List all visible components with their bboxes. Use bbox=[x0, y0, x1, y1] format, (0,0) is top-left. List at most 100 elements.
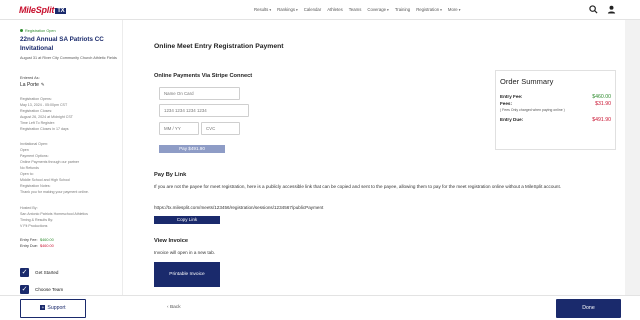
nav-item-teams[interactable]: Teams bbox=[349, 7, 362, 12]
meet-date-location: August 31 at River City Community Church… bbox=[20, 56, 117, 60]
time-left-label: Time Left To Register: bbox=[20, 121, 55, 125]
card-number-input[interactable] bbox=[159, 104, 249, 117]
copy-link-button[interactable]: Copy Link bbox=[154, 216, 220, 224]
hosted-by-label: Hosted By: bbox=[20, 206, 38, 210]
status-dot-icon bbox=[20, 29, 23, 32]
pay-by-link-description: If you are not the payee for meet regist… bbox=[154, 184, 562, 189]
pay-button[interactable]: Pay $491.90 bbox=[159, 145, 225, 153]
payment-value: Online Payments through our partner bbox=[20, 160, 80, 164]
notes-value: Thank you for making your payment online… bbox=[20, 190, 89, 194]
notes-label: Registration Notes: bbox=[20, 184, 51, 188]
reg-opens-value: May 13, 2024 - 05:00pm CST bbox=[20, 103, 68, 107]
nav-item-more[interactable]: More▾ bbox=[448, 7, 461, 12]
nav-label: More bbox=[447, 7, 458, 12]
entry-fee-label: Entry Fee: bbox=[20, 238, 38, 242]
summary-fees-value: $31.90 bbox=[595, 101, 611, 107]
summary-entry-fee: Entry Fee: $460.00 bbox=[500, 94, 611, 100]
chevron-down-icon: ▾ bbox=[458, 8, 461, 12]
nav-item-calendar[interactable]: Calendar bbox=[304, 7, 321, 12]
order-summary-title: Order Summary bbox=[500, 77, 554, 86]
sidebar-entry-due: Entry Due: $460.00 bbox=[20, 244, 54, 248]
entry-due-value: $460.00 bbox=[40, 244, 54, 248]
open-to-value: Middle School and High School bbox=[20, 178, 70, 182]
summary-entry-due-value: $491.90 bbox=[592, 117, 611, 123]
inv-open-label: Invitational Open: bbox=[20, 142, 48, 146]
nav-label: Registration bbox=[416, 7, 440, 12]
entry-due-label: Entry Due: bbox=[20, 244, 38, 248]
support-label: Support bbox=[47, 305, 66, 311]
search-icon[interactable] bbox=[589, 5, 598, 14]
status-badge: Registration Open bbox=[20, 29, 56, 33]
public-payment-link[interactable]: https://tx.milesplit.com/meets/123456/re… bbox=[154, 204, 604, 211]
chevron-down-icon: ▾ bbox=[269, 8, 272, 12]
nav-item-training[interactable]: Training bbox=[395, 7, 410, 12]
cvc-input[interactable] bbox=[201, 122, 240, 135]
nav-item-registration[interactable]: Registration▾ bbox=[416, 7, 442, 12]
meet-title: 22nd Annual SA Patriots CC Invitational bbox=[20, 36, 104, 52]
timing-value: V Fit Productions bbox=[20, 224, 48, 228]
step-get-started[interactable]: ✓ Get Started bbox=[20, 268, 59, 277]
hosted-by-value: San Antonio Patriots Homeschool Athletic… bbox=[20, 212, 88, 216]
entered-as-label: Entered As: bbox=[20, 76, 40, 80]
summary-entry-fee-label: Entry Fee: bbox=[500, 94, 523, 99]
payment-label: Payment Options: bbox=[20, 154, 49, 158]
user-icon[interactable] bbox=[607, 5, 616, 14]
nav-label: Rankings bbox=[277, 7, 296, 12]
state-badge: TX bbox=[55, 8, 67, 14]
plus-box-icon: + bbox=[40, 305, 46, 310]
refunds-value: No Refunds bbox=[20, 166, 39, 170]
nav-item-athletes[interactable]: Athletes bbox=[327, 7, 343, 12]
registration-sidebar: Registration Open 22nd Annual SA Patriot… bbox=[0, 20, 122, 300]
back-label: Back bbox=[169, 305, 181, 310]
step-choose-team[interactable]: ✓ Choose Team bbox=[20, 285, 63, 294]
main-nav: Results▾ Rankings▾ Calendar Athletes Teams Co… bbox=[254, 7, 466, 12]
summary-fees-label: Fees: bbox=[500, 101, 513, 106]
chevron-down-icon: ▾ bbox=[387, 8, 389, 12]
done-button[interactable]: Done bbox=[556, 299, 621, 318]
reg-opens-label: Registration Opens: bbox=[20, 97, 52, 101]
pay-by-link-heading: Pay By Link bbox=[154, 172, 187, 178]
nav-item-rankings[interactable]: Rankings▾ bbox=[277, 7, 298, 12]
brand-name: MileSplit bbox=[19, 5, 55, 15]
nav-label: Training bbox=[394, 7, 411, 12]
check-icon: ✓ bbox=[20, 268, 29, 277]
invoice-description: Invoice will open in a new tab. bbox=[154, 250, 216, 255]
step-label: Get Started bbox=[35, 270, 59, 275]
bottom-action-bar: + Support ‹ Back Done bbox=[0, 295, 640, 320]
back-button[interactable]: ‹ Back bbox=[167, 305, 181, 310]
summary-fees-note: ( Fees Only charged when paying online ) bbox=[500, 108, 565, 112]
nav-label: Calendar bbox=[303, 7, 322, 12]
payment-card: Online Meet Entry Registration Payment O… bbox=[122, 20, 625, 295]
printable-invoice-button[interactable]: Printable Invoice bbox=[154, 262, 220, 287]
open-to-label: Open to: bbox=[20, 172, 34, 176]
timing-label: Timing & Results By: bbox=[20, 218, 54, 222]
check-icon: ✓ bbox=[20, 285, 29, 294]
sidebar-entry-fee: Entry Fee: $460.00 bbox=[20, 238, 54, 242]
view-invoice-heading: View Invoice bbox=[154, 238, 189, 244]
entry-fee-value: $460.00 bbox=[40, 238, 54, 242]
pencil-icon[interactable]: ✎ bbox=[41, 82, 45, 87]
entered-as-team[interactable]: La Porte ✎ bbox=[20, 82, 45, 88]
chevron-down-icon: ▾ bbox=[296, 8, 298, 12]
nav-label: Coverage bbox=[367, 7, 387, 12]
team-name: La Porte bbox=[20, 82, 39, 88]
summary-fees: Fees: $31.90 bbox=[500, 101, 611, 107]
nav-label: Teams bbox=[348, 7, 362, 12]
nav-item-coverage[interactable]: Coverage▾ bbox=[367, 7, 388, 12]
summary-entry-fee-value: $460.00 bbox=[592, 94, 611, 100]
time-left-value: Registration Closes in 17 days bbox=[20, 127, 69, 131]
expiry-input[interactable] bbox=[159, 122, 199, 135]
reg-closes-label: Registration Closes: bbox=[20, 109, 53, 113]
inv-open-value: Open bbox=[20, 148, 29, 152]
nav-item-results[interactable]: Results▾ bbox=[254, 7, 271, 12]
chevron-down-icon: ▾ bbox=[440, 8, 442, 12]
step-label: Choose Team bbox=[35, 287, 64, 292]
reg-closes-value: August 26, 2024 at Midnight CST bbox=[20, 115, 73, 119]
status-label: Registration Open bbox=[25, 29, 56, 33]
page-title: Online Meet Entry Registration Payment bbox=[154, 43, 284, 50]
nav-label: Results bbox=[254, 7, 269, 12]
milesplit-logo[interactable]: MileSplit TX bbox=[19, 5, 67, 15]
support-button[interactable]: + Support bbox=[20, 299, 86, 318]
name-on-card-input[interactable] bbox=[159, 87, 240, 100]
stripe-heading: Online Payments Via Stripe Connect bbox=[154, 73, 253, 79]
